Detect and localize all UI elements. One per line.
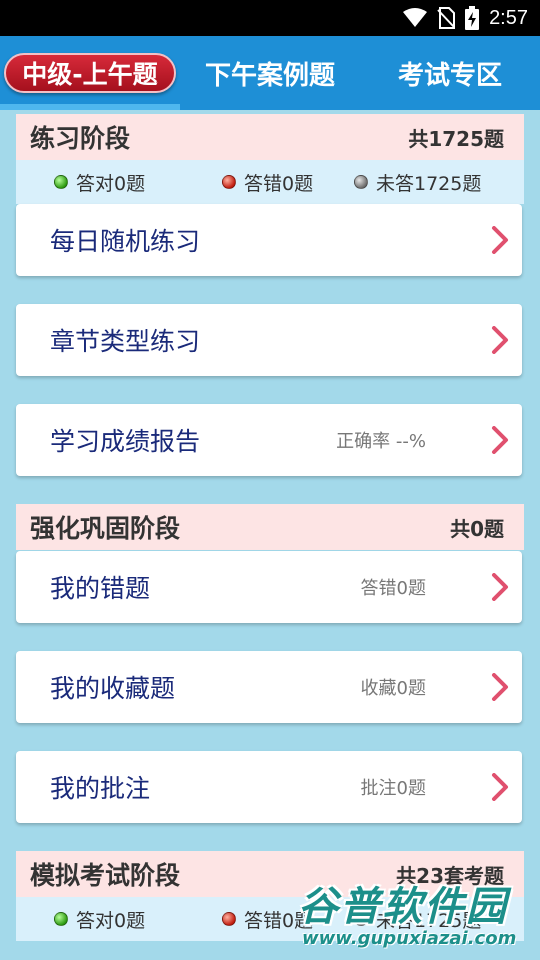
watermark-url: www.gupuxiazai.com [302,928,517,949]
item-info: 正确率 --% [336,431,426,452]
section-count: 共1725题 [408,126,504,151]
chevron-right-icon [492,426,508,454]
chevron-right-icon [492,226,508,254]
item-info: 答错0题 [360,578,426,599]
green-dot-icon [54,175,68,189]
content-scroll[interactable]: 练习阶段 共1725题 答对0题 答错0题 未答1725题 每日随机练习 章节类… [0,110,540,960]
section-title: 强化巩固阶段 [30,514,181,543]
item-chapter-practice[interactable]: 章节类型练习 [16,304,522,376]
chevron-right-icon [492,773,508,801]
stat-wrong-text: 答错0题 [244,172,314,195]
section-title: 练习阶段 [30,124,131,153]
watermark-logo: 谷普软件园 [298,884,508,930]
tab-exam-zone[interactable]: 考试专区 [360,36,540,110]
battery-charging-icon [465,6,480,30]
stat-unanswered-text: 未答1725题 [376,172,482,195]
section-header-strengthen: 强化巩固阶段 共0题 [16,504,524,550]
stat-wrong: 答错0题 [222,169,313,196]
tab-label: 中级-上午题 [22,60,158,89]
item-label: 每日随机练习 [50,227,201,256]
stat-correct: 答对0题 [54,169,145,196]
tab-bar: 中级-上午题 下午案例题 考试专区 [0,36,540,110]
red-dot-icon [222,912,236,926]
tab-label: 考试专区 [397,60,502,91]
gray-dot-icon [354,175,368,189]
item-info: 收藏0题 [360,678,426,699]
item-my-annotations[interactable]: 我的批注 批注0题 [16,751,522,823]
item-label: 我的错题 [50,574,151,603]
tab-label: 下午案例题 [204,60,335,91]
red-dot-icon [222,175,236,189]
no-sim-icon [437,7,456,29]
section-header-practice: 练习阶段 共1725题 [16,114,524,160]
stat-correct-text: 答对0题 [76,172,146,195]
item-label: 学习成绩报告 [50,427,201,456]
wifi-icon [403,8,428,27]
chevron-right-icon [492,673,508,701]
tab-morning-questions[interactable]: 中级-上午题 [0,36,180,110]
item-label: 章节类型练习 [50,327,201,356]
item-my-wrong-questions[interactable]: 我的错题 答错0题 [16,551,522,623]
status-bar: 2:57 [0,0,540,36]
section-title: 模拟考试阶段 [30,861,181,890]
tab-afternoon-cases[interactable]: 下午案例题 [180,36,360,110]
stats-bar-practice: 答对0题 答错0题 未答1725题 [16,160,524,204]
item-label: 我的收藏题 [50,674,176,703]
item-label: 我的批注 [50,774,151,803]
watermark: 谷普软件园 www.gupuxiazai.com [292,868,540,960]
chevron-right-icon [492,573,508,601]
green-dot-icon [54,912,68,926]
item-info: 批注0题 [360,778,426,799]
item-daily-random-practice[interactable]: 每日随机练习 [16,204,522,276]
stat-unanswered: 未答1725题 [354,169,481,196]
item-my-favorites[interactable]: 我的收藏题 收藏0题 [16,651,522,723]
stat-correct: 答对0题 [54,906,145,933]
chevron-right-icon [492,326,508,354]
status-time: 2:57 [489,6,528,29]
section-count: 共0题 [450,516,504,541]
stat-correct-text: 答对0题 [76,909,146,932]
item-score-report[interactable]: 学习成绩报告 正确率 --% [16,404,522,476]
